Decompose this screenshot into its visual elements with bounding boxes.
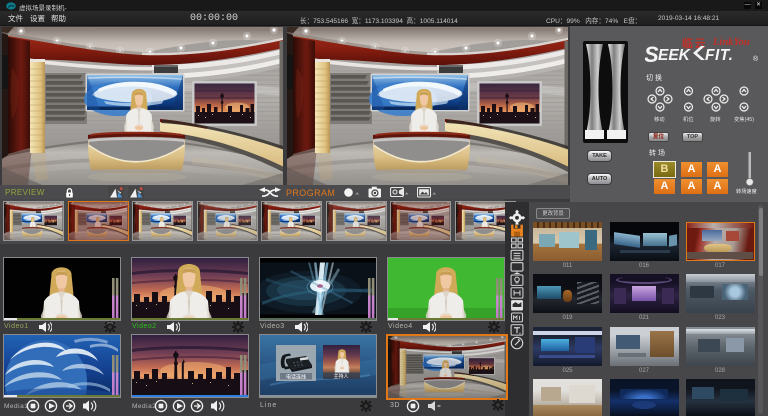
svg-text:主持人: 主持人 [333,373,348,380]
svg-text:EEK: EEK [658,47,692,64]
svg-text:电话连线: 电话连线 [286,374,306,381]
svg-text:S: S [645,44,659,64]
svg-text:®: ® [753,55,759,63]
svg-text:FIT.: FIT. [705,47,733,64]
